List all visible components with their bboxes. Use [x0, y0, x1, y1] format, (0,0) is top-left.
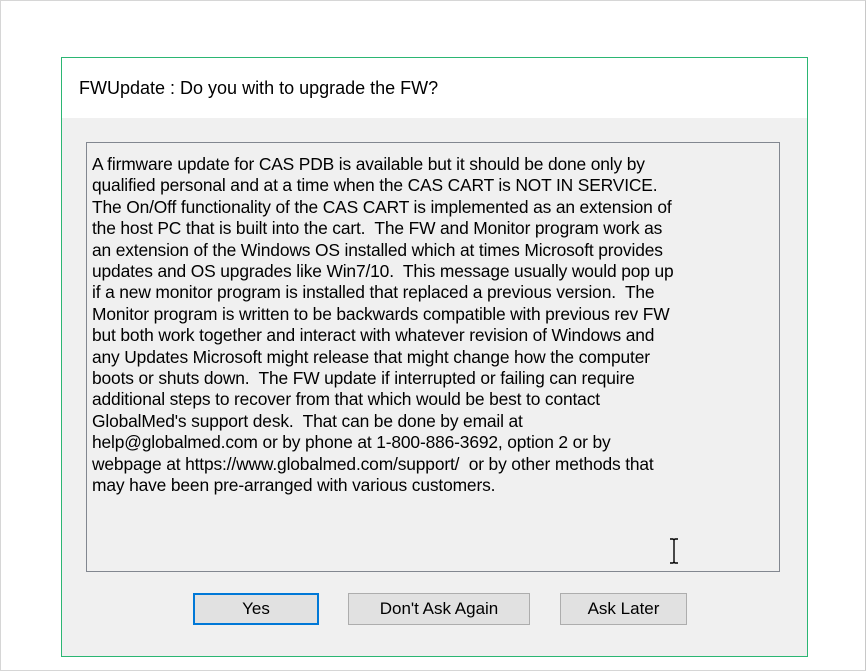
dialog-title: FWUpdate : Do you with to upgrade the FW… — [62, 58, 807, 118]
message-textbox[interactable]: A firmware update for CAS PDB is availab… — [86, 142, 780, 572]
text-ibeam-cursor-icon — [670, 538, 678, 564]
fw-update-dialog: FWUpdate : Do you with to upgrade the FW… — [61, 57, 808, 657]
message-text: A firmware update for CAS PDB is availab… — [92, 154, 674, 496]
ask-later-button[interactable]: Ask Later — [560, 593, 687, 625]
dont-ask-again-button[interactable]: Don't Ask Again — [348, 593, 530, 625]
yes-button[interactable]: Yes — [193, 593, 319, 625]
dialog-body: A firmware update for CAS PDB is availab… — [62, 118, 807, 656]
page-frame: FWUpdate : Do you with to upgrade the FW… — [0, 0, 866, 671]
